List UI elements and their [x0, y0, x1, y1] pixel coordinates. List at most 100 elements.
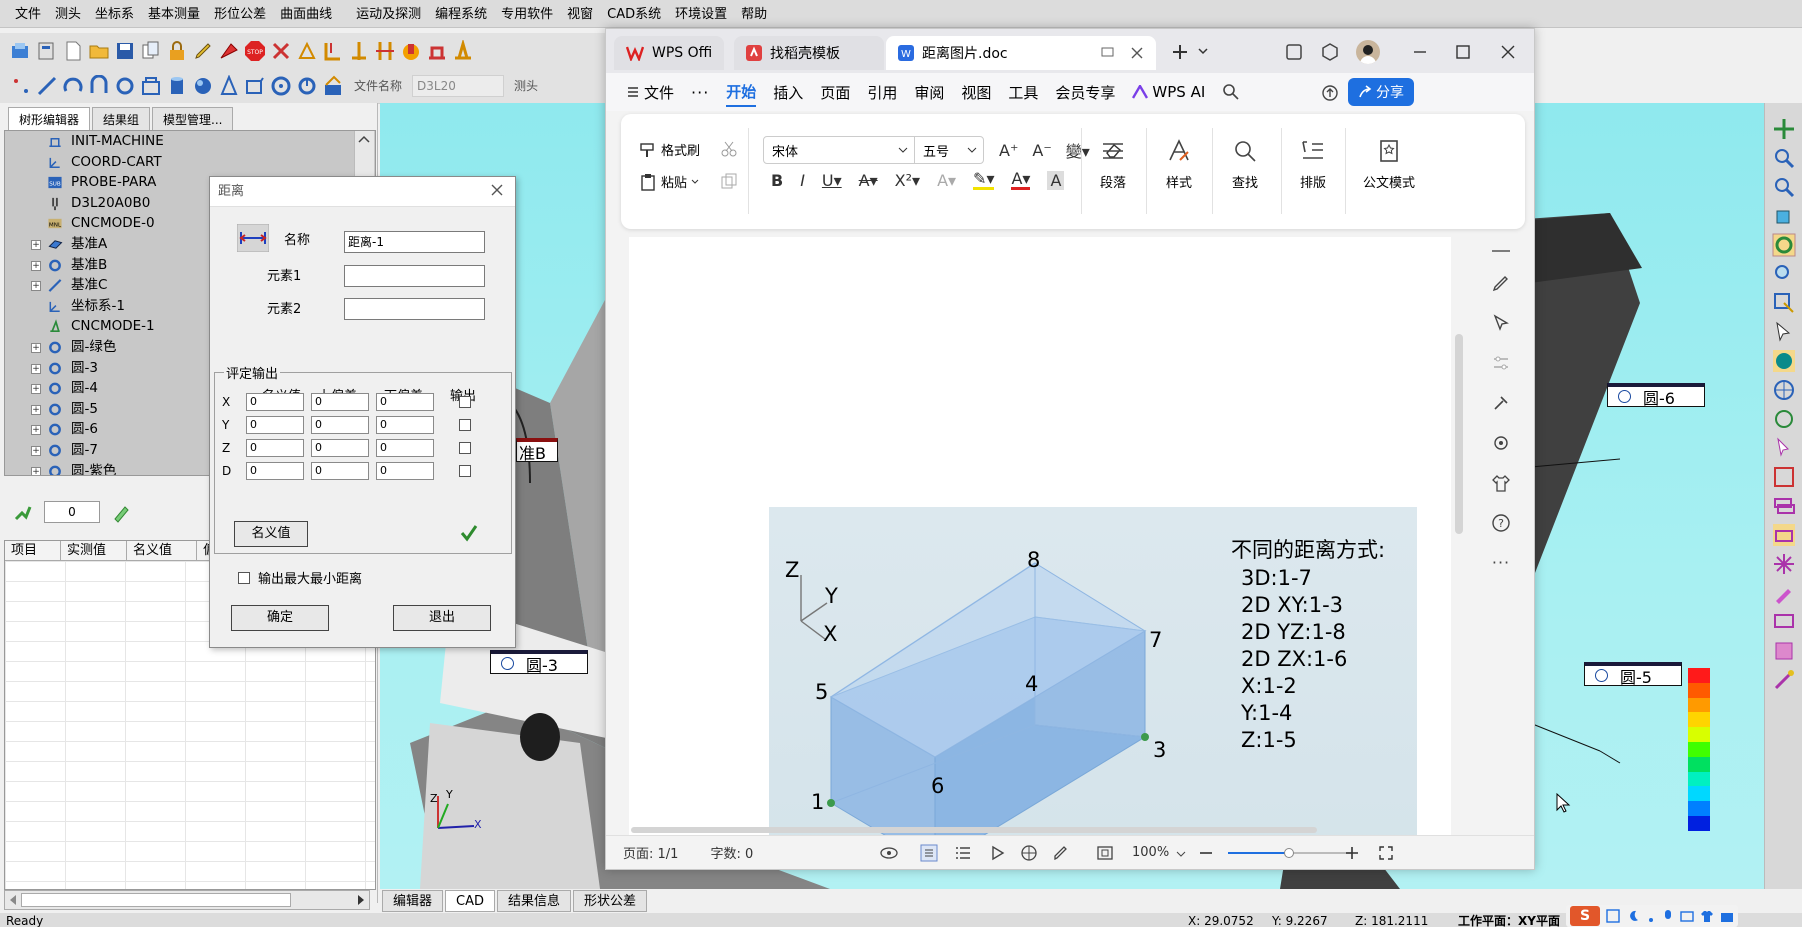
menu-programming[interactable]: 编程系统 [428, 0, 494, 28]
probe-path-icon[interactable] [296, 40, 318, 62]
gauge-icon[interactable] [400, 40, 422, 62]
fit-width-icon[interactable] [1096, 844, 1114, 862]
expand-icon[interactable]: + [31, 425, 41, 436]
help-icon[interactable]: ? [1491, 513, 1511, 533]
zoom-slider[interactable] [1228, 848, 1352, 858]
torus-icon[interactable] [270, 75, 292, 97]
upper-tol-field[interactable]: 0 [311, 416, 369, 434]
web-view-icon[interactable] [1020, 844, 1038, 862]
punctuation-icon[interactable] [1646, 909, 1656, 923]
measure-icon[interactable] [218, 40, 240, 62]
format-painter-button[interactable]: 格式刷 [639, 140, 700, 159]
zoom-in-plus-icon[interactable] [1344, 845, 1360, 861]
wps-menu-member[interactable]: 会员专享 [1055, 82, 1115, 103]
pencil-green-icon[interactable] [110, 501, 132, 523]
bracket-icon[interactable] [322, 40, 344, 62]
pen-mode-icon[interactable] [1052, 844, 1070, 862]
minimize-icon[interactable] [1412, 44, 1428, 60]
text-effect-icon[interactable]: A▾ [937, 171, 956, 190]
plane-feature-icon[interactable] [244, 75, 266, 97]
sliders-icon[interactable] [1491, 353, 1511, 373]
col-item[interactable]: 项目 [5, 540, 61, 561]
pan-icon[interactable] [1772, 117, 1796, 141]
fullscreen-icon[interactable] [1378, 845, 1394, 861]
new-icon[interactable] [62, 40, 84, 62]
highlight-icon[interactable]: ✎▾ [973, 171, 995, 190]
keyboard-icon[interactable] [1680, 909, 1694, 923]
close-icon[interactable] [489, 182, 505, 198]
avatar[interactable] [1356, 40, 1380, 64]
menu-help[interactable]: 帮助 [734, 0, 774, 28]
cloud-upload-icon[interactable] [1320, 83, 1340, 101]
point-icon[interactable] [10, 75, 32, 97]
zoom-window-icon[interactable] [1772, 262, 1796, 286]
slot-icon[interactable] [140, 75, 162, 97]
underline-icon[interactable]: U▾ [822, 171, 842, 190]
superscript-icon[interactable]: X²▾ [895, 171, 920, 190]
chevron-down-icon[interactable] [1197, 46, 1209, 56]
cylinder-icon[interactable] [166, 75, 188, 97]
scene-label-datum-b[interactable]: 准B [516, 438, 558, 463]
expand-icon[interactable]: + [31, 384, 41, 395]
paste-button[interactable]: 粘贴 [639, 172, 699, 191]
wps-menu-tools[interactable]: 工具 [1008, 82, 1038, 103]
collapse-icon[interactable] [1492, 249, 1510, 253]
upper-tol-field[interactable]: 0 [311, 439, 369, 457]
more-icon[interactable]: ··· [691, 83, 709, 102]
zoom-in-icon[interactable] [1772, 146, 1796, 170]
char-shading-icon[interactable]: A [1047, 171, 1065, 190]
play-icon[interactable] [990, 845, 1006, 861]
paint-icon[interactable] [1772, 581, 1796, 605]
check-icon[interactable] [460, 524, 478, 542]
wps-menu-home[interactable]: 开始 [726, 81, 757, 107]
expand-icon[interactable]: + [31, 445, 41, 456]
nominal-button[interactable]: 名义值 [234, 521, 308, 547]
outline-view-icon[interactable] [954, 845, 972, 861]
tab-close-icon[interactable] [1130, 46, 1144, 60]
menu-special[interactable]: 专用软件 [494, 0, 560, 28]
tree-item[interactable]: COORD-CART [5, 152, 375, 173]
mic-icon[interactable] [1662, 909, 1674, 923]
pick-icon[interactable] [1772, 436, 1796, 460]
clip-icon[interactable] [1772, 639, 1796, 663]
screen-icon[interactable] [1772, 610, 1796, 634]
expand-icon[interactable]: + [31, 404, 41, 415]
expand-icon[interactable]: + [31, 466, 41, 475]
font-shrink-icon[interactable]: A⁻ [1032, 141, 1051, 160]
nominal-field[interactable]: 0 [246, 462, 304, 480]
output-checkbox[interactable] [459, 396, 471, 408]
expand-icon[interactable]: + [31, 342, 41, 353]
lock-icon[interactable] [166, 40, 188, 62]
chinese-input-icon[interactable] [1606, 909, 1620, 923]
tab-wps-office[interactable]: WPS Offi [614, 36, 724, 70]
line-icon[interactable] [36, 75, 58, 97]
file-name-field[interactable]: D3L20 [412, 74, 505, 97]
copy-doc-icon[interactable] [720, 172, 738, 190]
page-view-icon[interactable] [920, 844, 938, 862]
cube-icon[interactable] [1320, 42, 1340, 62]
parallel-icon[interactable] [374, 40, 396, 62]
menu-tolerance[interactable]: 形位公差 [207, 0, 273, 28]
upper-tol-field[interactable]: 0 [311, 462, 369, 480]
nominal-field[interactable]: 0 [246, 393, 304, 411]
scene-label-circle-3[interactable]: 圆-3 [490, 650, 588, 675]
select-icon[interactable] [1772, 320, 1796, 344]
scene-label-circle-6[interactable]: 圆-6 [1607, 383, 1705, 408]
new-tab-icon[interactable] [1169, 42, 1191, 62]
cross-icon[interactable] [270, 40, 292, 62]
tools-icon[interactable] [1491, 393, 1511, 413]
sphere-icon[interactable] [192, 75, 214, 97]
magic-icon[interactable] [1772, 668, 1796, 692]
tab-shape-tolerance[interactable]: 形状公差 [573, 890, 648, 912]
scene-label-circle-5[interactable]: 圆-5 [1584, 662, 1682, 687]
wps-menu-page[interactable]: 页面 [820, 82, 850, 103]
construct-icon[interactable] [322, 75, 344, 97]
col-nominal[interactable]: 名义值 [127, 540, 197, 561]
tab-result-group[interactable]: 结果组 [92, 107, 151, 131]
tab-tree-editor[interactable]: 树形编辑器 [8, 107, 91, 131]
wps-menu-references[interactable]: 引用 [867, 82, 897, 103]
axis-icon[interactable] [348, 40, 370, 62]
nominal-field[interactable]: 0 [246, 416, 304, 434]
output-checkbox[interactable] [459, 419, 471, 431]
section-icon[interactable] [1772, 465, 1796, 489]
